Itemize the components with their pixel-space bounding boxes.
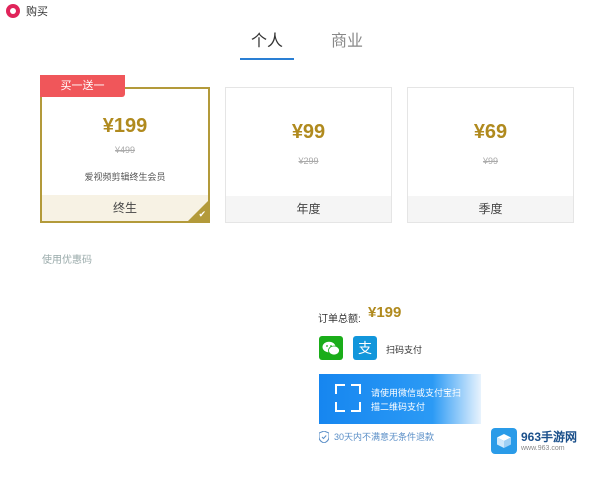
plan-name: 年度: [226, 196, 391, 222]
order-total-label: 订单总额:: [318, 314, 361, 325]
scan-corner-icon: [351, 384, 361, 394]
plan-price: ¥69: [473, 121, 508, 143]
watermark-name: 963手游网: [521, 429, 578, 444]
plan-tabs: 个人 商业: [0, 30, 596, 60]
shield-icon: [319, 430, 329, 443]
plan-price: ¥199: [102, 115, 148, 137]
qr-instructions-line2: 描二维码支付: [371, 402, 426, 412]
scan-corner-icon: [335, 384, 345, 394]
cube-logo-icon: [491, 428, 517, 454]
refund-guarantee: 30天内不满意无条件退款: [319, 430, 434, 443]
plan-original-price: ¥499: [114, 145, 136, 155]
alipay-icon: 支: [358, 340, 372, 356]
scan-pay-label: 扫码支付: [386, 345, 423, 355]
qr-code-panel[interactable]: 请使用微信或支付宝扫 描二维码支付: [319, 374, 481, 424]
plan-card-yearly[interactable]: ¥99 ¥299 年度: [225, 87, 392, 223]
tab-business[interactable]: 商业: [320, 30, 374, 60]
app-logo-icon: [6, 4, 20, 18]
scan-corner-icon: [335, 402, 345, 412]
plan-original-price: ¥99: [482, 156, 499, 166]
plan-name: 季度: [408, 196, 573, 222]
site-watermark: 963手游网 www.963.com: [491, 426, 591, 456]
tab-personal[interactable]: 个人: [240, 30, 294, 60]
window-title: 购买: [26, 6, 48, 18]
qr-instructions-line1: 请使用微信或支付宝扫: [371, 388, 462, 398]
order-total-value: ¥199: [368, 304, 402, 321]
refund-guarantee-text: 30天内不满意无条件退款: [334, 432, 435, 442]
qr-instructions: 请使用微信或支付宝扫 描二维码支付: [371, 386, 461, 414]
plan-card-lifetime[interactable]: 买一送一 ¥199 ¥499 爱视频剪辑终生会员 终生 ✔: [40, 75, 210, 223]
plan-card-quarterly[interactable]: ¥69 ¥99 季度: [407, 87, 574, 223]
wechat-pay-button[interactable]: [319, 336, 343, 360]
plan-description: 爱视频剪辑终生会员: [84, 172, 166, 182]
plan-name: 终生: [42, 195, 208, 221]
scan-corner-icon: [351, 402, 361, 412]
coupon-link[interactable]: 使用优惠码: [42, 251, 92, 266]
plan-original-price: ¥299: [298, 156, 319, 166]
watermark-url: www.963.com: [521, 444, 565, 452]
promo-badge: 买一送一: [40, 75, 125, 97]
checkmark-icon: ✔: [198, 209, 206, 219]
alipay-button[interactable]: 支: [353, 336, 377, 360]
plan-price: ¥99: [291, 121, 326, 143]
wechat-pay-icon: [322, 341, 340, 355]
title-bar: 购买: [0, 0, 596, 22]
